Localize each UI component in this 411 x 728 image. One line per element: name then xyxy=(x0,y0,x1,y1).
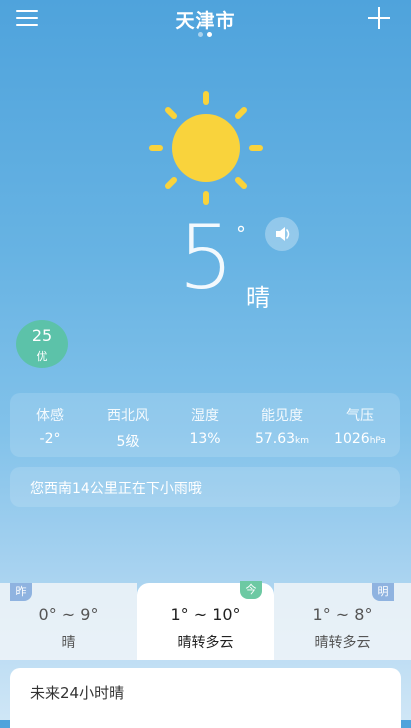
forecast-condition: 晴 xyxy=(61,635,76,651)
stat-label: 体感 xyxy=(36,408,64,424)
page-indicator xyxy=(196,32,216,38)
stat-number: 57.63 xyxy=(254,431,296,447)
page-dot xyxy=(198,32,203,37)
daily-forecast: 0° ~ 9° 晴 1° ~ 10° 晴转多云 1° ~ 8° 晴转多云 昨 今… xyxy=(0,581,411,660)
degree-symbol: ° xyxy=(236,222,246,246)
sun-icon xyxy=(149,91,263,205)
aqi-value: 25 xyxy=(31,326,53,345)
stat-label: 能见度 xyxy=(261,408,303,424)
aqi-badge[interactable]: 25 优 xyxy=(16,320,68,368)
tag-yesterday: 昨 xyxy=(10,583,32,601)
stat-label: 西北风 xyxy=(107,408,149,424)
stat-value: 5级 xyxy=(92,431,164,451)
stat-number: 5级 xyxy=(116,434,140,450)
stat-number: 1026 xyxy=(334,431,370,447)
rain-notice-text: 您西南14公里正在下小雨哦 xyxy=(30,481,202,497)
current-temperature: 5 ° 晴 xyxy=(170,214,280,322)
forecast-range: 1° ~ 8° xyxy=(312,605,373,624)
stat-number: 13% xyxy=(189,431,221,447)
weather-stats-panel[interactable]: 体感 -2° 西北风 5级 湿度 13% 能见度 57.63km 气压 1026… xyxy=(10,393,400,457)
stat-number: -2° xyxy=(39,431,61,447)
stat-value: 57.63km xyxy=(246,431,318,447)
weather-condition: 晴 xyxy=(246,284,270,312)
top-bar: 天津市 xyxy=(0,0,411,40)
stat-label: 气压 xyxy=(346,408,374,424)
stat-value: 1026hPa xyxy=(324,431,396,447)
stat-value: 13% xyxy=(169,431,241,447)
hourly-forecast-card[interactable]: 未来24小时晴 xyxy=(10,668,401,728)
stat-label: 湿度 xyxy=(191,408,219,424)
speaker-icon xyxy=(276,227,290,241)
forecast-condition: 晴转多云 xyxy=(177,635,234,651)
stat-unit: hPa xyxy=(369,436,386,446)
stat-value: -2° xyxy=(14,431,86,447)
forecast-range: 0° ~ 9° xyxy=(38,605,99,624)
temperature-value: 5 xyxy=(178,206,234,309)
add-city-button[interactable] xyxy=(367,6,391,30)
forecast-range: 1° ~ 10° xyxy=(170,605,241,624)
page-dot-active xyxy=(207,32,212,37)
tag-tomorrow: 明 xyxy=(372,583,394,601)
tag-today: 今 xyxy=(240,581,262,599)
stat-unit: km xyxy=(295,436,310,446)
aqi-level: 优 xyxy=(36,350,48,363)
hourly-title: 未来24小时晴 xyxy=(30,684,125,702)
city-title[interactable]: 天津市 xyxy=(0,6,411,33)
forecast-condition: 晴转多云 xyxy=(314,635,371,651)
speaker-button[interactable] xyxy=(265,217,299,251)
rain-notice[interactable]: 您西南14公里正在下小雨哦 xyxy=(10,467,400,507)
